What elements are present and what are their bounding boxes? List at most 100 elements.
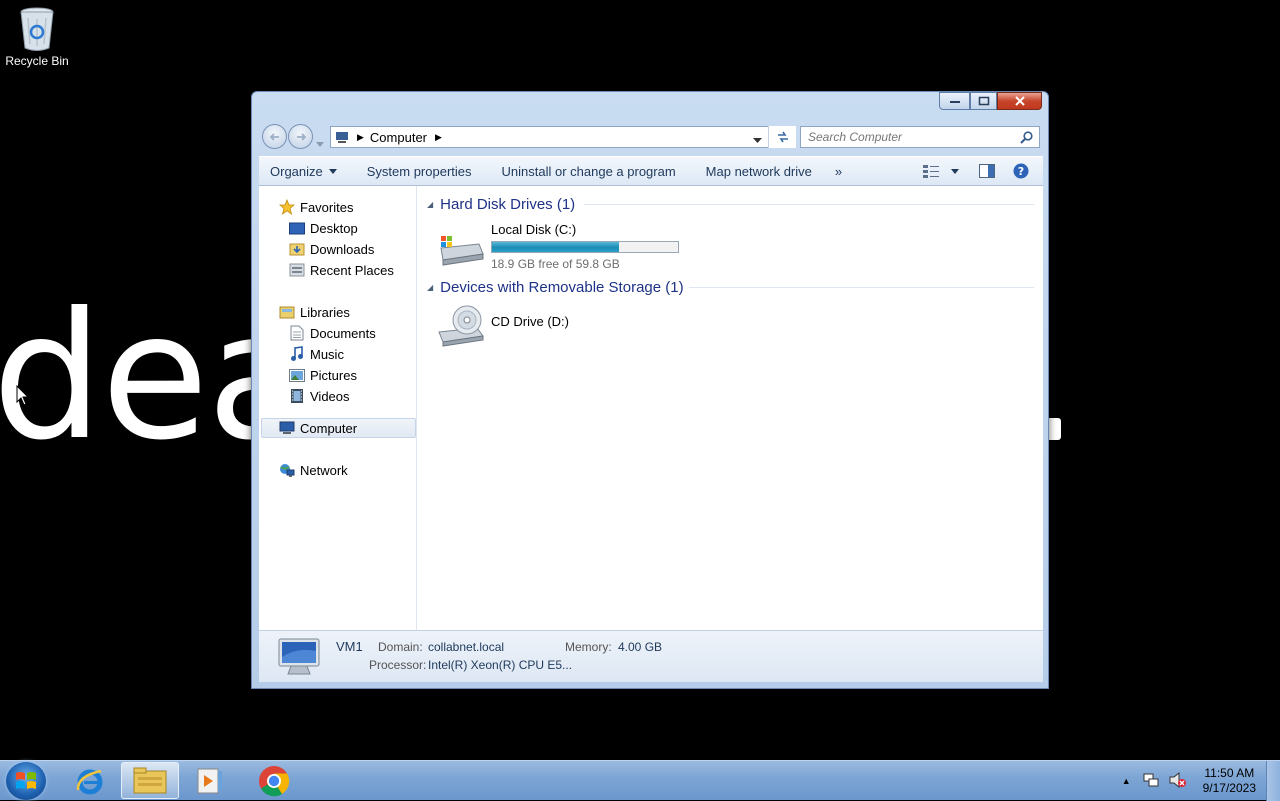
address-bar[interactable]: ▶ Computer ▶ xyxy=(330,126,796,148)
minimize-button[interactable] xyxy=(939,92,970,110)
group-hard-disk-drives[interactable]: ◢ Hard Disk Drives (1) xyxy=(427,194,575,214)
system-tray: ▲ 11:50 AM 9/17/2023 xyxy=(1122,761,1280,801)
computer-icon xyxy=(278,420,296,436)
desktop-icon xyxy=(288,220,306,236)
svg-text:?: ? xyxy=(1018,165,1024,178)
details-processor-label: Processor: xyxy=(369,658,427,672)
videos-icon xyxy=(288,388,306,404)
nav-desktop-label: Desktop xyxy=(310,220,358,236)
volume-muted-icon[interactable] xyxy=(1169,771,1187,791)
show-hidden-icons-button[interactable]: ▲ xyxy=(1122,776,1131,786)
drive-d-name: CD Drive (D:) xyxy=(491,314,569,329)
map-network-drive-button[interactable]: Map network drive xyxy=(691,157,827,185)
cd-drive-icon xyxy=(437,304,487,351)
libraries-icon xyxy=(278,304,296,320)
details-domain-label: Domain: xyxy=(378,640,423,654)
explorer-body: Favorites Desktop Downloads Recent Place… xyxy=(259,186,1043,630)
mouse-cursor-icon xyxy=(16,385,30,406)
maximize-button[interactable] xyxy=(970,92,997,110)
view-icon xyxy=(923,165,939,178)
nav-favorites[interactable]: Favorites xyxy=(278,197,353,217)
help-icon: ? xyxy=(1013,163,1029,179)
collapse-triangle-icon: ◢ xyxy=(427,199,434,209)
documents-icon xyxy=(288,325,306,341)
recycle-bin-icon xyxy=(18,6,56,52)
nav-recent-places[interactable]: Recent Places xyxy=(288,260,394,280)
recycle-bin-desktop-icon[interactable]: Recycle Bin xyxy=(4,6,70,68)
search-icon xyxy=(1020,131,1033,144)
nav-documents[interactable]: Documents xyxy=(288,323,376,343)
refresh-icon xyxy=(777,131,788,143)
details-domain-value: collabnet.local xyxy=(428,640,505,654)
desktop: deat Recycle Bin ▶ Computer ▶ Search Com… xyxy=(0,0,1280,760)
hard-drive-icon xyxy=(437,234,485,269)
chrome-icon xyxy=(259,765,290,796)
clock-time: 11:50 AM xyxy=(1204,766,1255,780)
recent-pages-dropdown[interactable] xyxy=(316,133,324,152)
taskbar-chrome[interactable] xyxy=(245,762,303,799)
help-button[interactable]: ? xyxy=(1007,157,1043,185)
network-icon xyxy=(278,462,296,478)
more-commands-button[interactable]: » xyxy=(827,157,850,185)
computer-large-icon xyxy=(277,637,323,680)
nav-desktop[interactable]: Desktop xyxy=(288,218,358,238)
organize-button[interactable]: Organize xyxy=(259,157,352,185)
navigation-pane: Favorites Desktop Downloads Recent Place… xyxy=(259,186,417,630)
address-dropdown-icon[interactable] xyxy=(753,132,762,147)
command-bar: Organize System properties Uninstall or … xyxy=(259,156,1043,186)
network-tray-icon[interactable] xyxy=(1143,772,1159,791)
uninstall-program-button[interactable]: Uninstall or change a program xyxy=(487,157,691,185)
nav-recent-places-label: Recent Places xyxy=(310,262,394,278)
nav-music-label: Music xyxy=(310,346,344,362)
details-memory-value: 4.00 GB xyxy=(618,640,663,654)
breadcrumb-arrow-icon[interactable]: ▶ xyxy=(435,132,442,143)
taskbar-internet-explorer[interactable] xyxy=(61,762,119,799)
internet-explorer-icon xyxy=(76,769,103,794)
clock[interactable]: 11:50 AM 9/17/2023 xyxy=(1203,766,1256,796)
taskbar: ▲ 11:50 AM 9/17/2023 xyxy=(0,760,1280,801)
preview-pane-icon xyxy=(979,164,995,178)
explorer-window: ▶ Computer ▶ Search Computer Organize Sy… xyxy=(251,91,1049,689)
nav-pictures[interactable]: Pictures xyxy=(288,365,357,385)
taskbar-media-player[interactable] xyxy=(181,762,239,799)
change-view-button[interactable] xyxy=(915,157,967,185)
computer-icon xyxy=(335,131,351,143)
group-removable-storage[interactable]: ◢ Devices with Removable Storage (1) xyxy=(427,277,684,297)
drive-c-name: Local Disk (C:) xyxy=(491,222,577,237)
details-memory-label: Memory: xyxy=(565,640,612,654)
windows-explorer-icon xyxy=(133,767,167,793)
group-removable-storage-title: Devices with Removable Storage (1) xyxy=(440,278,684,296)
back-button[interactable] xyxy=(262,124,287,149)
star-icon xyxy=(278,199,296,215)
group-separator xyxy=(689,287,1034,288)
nav-documents-label: Documents xyxy=(310,325,376,341)
nav-libraries-label: Libraries xyxy=(300,304,350,320)
start-button[interactable] xyxy=(6,762,46,800)
forward-button[interactable] xyxy=(288,124,313,149)
close-button[interactable] xyxy=(997,92,1042,110)
drive-c-usage-bar xyxy=(491,241,679,253)
drive-cd-d[interactable]: CD Drive (D:) xyxy=(437,304,637,354)
breadcrumb-computer[interactable]: Computer xyxy=(370,130,427,145)
nav-music[interactable]: Music xyxy=(288,344,344,364)
system-properties-button[interactable]: System properties xyxy=(352,157,487,185)
search-input[interactable]: Search Computer xyxy=(800,126,1040,148)
nav-computer[interactable]: Computer xyxy=(261,418,416,438)
content-pane: ◢ Hard Disk Drives (1) Local Disk (C:) 1… xyxy=(419,186,1043,630)
address-row: ▶ Computer ▶ Search Computer xyxy=(260,124,1042,150)
recent-places-icon xyxy=(288,262,306,278)
breadcrumb-arrow-icon[interactable]: ▶ xyxy=(357,132,364,143)
refresh-button[interactable] xyxy=(768,126,796,148)
collapse-triangle-icon: ◢ xyxy=(427,282,434,292)
drive-c-usage-fill xyxy=(492,242,620,252)
search-placeholder: Search Computer xyxy=(808,130,903,144)
nav-network[interactable]: Network xyxy=(278,460,348,480)
show-desktop-button[interactable] xyxy=(1266,761,1280,801)
nav-libraries[interactable]: Libraries xyxy=(278,302,350,322)
preview-pane-button[interactable] xyxy=(967,157,1007,185)
nav-downloads[interactable]: Downloads xyxy=(288,239,374,259)
nav-videos-label: Videos xyxy=(310,388,350,404)
nav-downloads-label: Downloads xyxy=(310,241,375,257)
taskbar-windows-explorer[interactable] xyxy=(121,762,179,799)
nav-videos[interactable]: Videos xyxy=(288,386,350,406)
